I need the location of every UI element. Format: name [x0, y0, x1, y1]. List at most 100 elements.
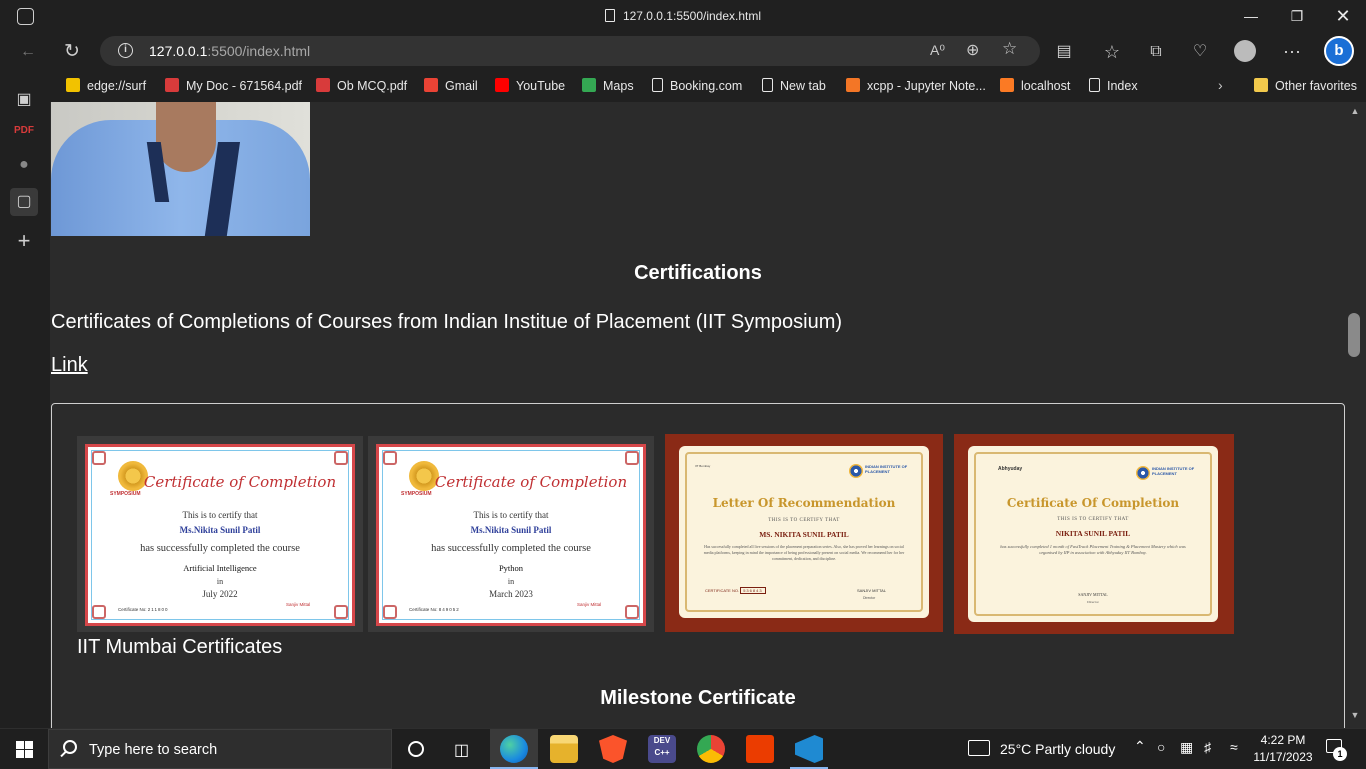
site-info-icon[interactable]: i [118, 43, 133, 58]
minimize-button[interactable]: — [1228, 0, 1274, 32]
settings-menu-button[interactable]: ⋯ [1278, 38, 1306, 66]
favorite-label: edge://surf [87, 79, 147, 93]
signatory-role: Director [1087, 600, 1099, 604]
completion-body: has successfully completed 1 month of Fa… [1000, 544, 1186, 555]
collections-button[interactable]: ⧉ [1142, 38, 1170, 66]
file-explorer-icon[interactable] [550, 735, 578, 763]
brave-icon[interactable] [599, 735, 627, 763]
iip-logo-icon [1136, 466, 1150, 480]
weather-text[interactable]: 25°C Partly cloudy [1000, 741, 1115, 757]
weather-widget-icon[interactable] [968, 740, 990, 756]
corner-ornament [334, 451, 348, 465]
corner-ornament [383, 451, 397, 465]
add-favorite-icon[interactable]: ☆ [1002, 39, 1017, 59]
battery-icon[interactable]: ▦ [1180, 739, 1193, 756]
in-text: in [507, 577, 515, 586]
task-view-icon[interactable]: ◫ [454, 740, 469, 760]
completion-date: July 2022 [202, 589, 238, 599]
profile-avatar[interactable] [1234, 40, 1256, 62]
certify-text: THIS IS TO CERTIFY THAT [768, 518, 840, 523]
volume-icon[interactable]: ♯ [1204, 739, 1211, 755]
favorites-overflow-chevron-icon[interactable]: › [1218, 77, 1223, 93]
favorite-label: Index [1107, 79, 1138, 93]
certificates-container: SYMPOSIUM Certificate of Completion This… [51, 403, 1345, 728]
start-button[interactable] [0, 729, 48, 769]
vscode-icon[interactable] [795, 735, 823, 763]
pdf-tab-icon[interactable]: PDF [12, 119, 36, 143]
certificates-link[interactable]: Link [51, 354, 88, 377]
refresh-button[interactable]: ↻ [58, 38, 86, 66]
search-placeholder: Type here to search [89, 742, 218, 758]
clock[interactable]: 4:22 PM 11/17/2023 [1250, 732, 1316, 766]
github-tab-icon[interactable]: ● [12, 153, 36, 177]
favorite-item[interactable]: YouTube [495, 78, 565, 94]
favorite-item[interactable]: localhost [1000, 78, 1070, 94]
collections-icon: ⧉ [1150, 43, 1162, 60]
favorites-star-icon: ☆ [1103, 42, 1121, 62]
favorite-item[interactable]: My Doc - 671564.pdf [165, 78, 302, 94]
certificate-title: Certificate of Completion [434, 473, 628, 491]
favorite-item[interactable]: Maps [582, 78, 634, 94]
cert-no-value: 849052 [438, 607, 460, 612]
index-tab-icon[interactable]: ▢ [10, 188, 38, 216]
seal-label: SYMPOSIUM [110, 491, 141, 497]
close-button[interactable]: ✕ [1320, 0, 1366, 32]
heart-pulse-icon: ♡ [1192, 43, 1208, 60]
favorite-item[interactable]: xcpp - Jupyter Note... [846, 78, 986, 94]
chrome-icon[interactable] [697, 735, 725, 763]
completed-text: has successfully completed the course [431, 543, 591, 554]
iit-certificates-caption: IIT Mumbai Certificates [77, 636, 283, 658]
favorite-item[interactable]: Ob MCQ.pdf [316, 78, 407, 94]
favorite-item[interactable]: New tab [762, 78, 826, 94]
other-favorites[interactable]: Other favorites [1254, 78, 1357, 94]
office-icon[interactable] [746, 735, 774, 763]
back-button[interactable]: ← [14, 38, 42, 66]
extensions-button[interactable]: ▤ [1050, 38, 1078, 66]
tray-chevron-icon[interactable]: ⌃ [1134, 738, 1146, 755]
certificate-thumbnail-abhyuday[interactable]: Abhyuday INDIAN INSTITUTE OF PLACEMENT C… [954, 434, 1234, 634]
browser-essentials-button[interactable]: ♡ [1186, 38, 1214, 66]
favorite-item[interactable]: Gmail [424, 78, 478, 94]
address-bar[interactable]: i 127.0.0.1:5500/index.html A⁰ ⊕ ☆ [100, 36, 1040, 66]
read-aloud-icon[interactable]: A⁰ [930, 42, 945, 59]
certificate-thumbnail-recommendation[interactable]: IIT Bombay INDIAN INSTITUTE OF PLACEMENT… [665, 434, 943, 632]
new-tab-plus-icon[interactable]: + [12, 229, 36, 253]
certificate-number: CERTIFICATE NO. 536843 [705, 587, 766, 594]
url-text[interactable]: 127.0.0.1:5500/index.html [149, 43, 310, 59]
maps-icon [582, 78, 596, 92]
certificate-title: Certificate Of Completion [1006, 496, 1180, 510]
bing-copilot-button[interactable]: b [1324, 36, 1354, 66]
favorite-item[interactable]: Index [1089, 78, 1138, 94]
taskbar-search[interactable]: Type here to search [48, 729, 392, 769]
favorites-bar: edge://surf My Doc - 671564.pdf Ob MCQ.pdf… [0, 70, 1366, 102]
page-scrollbar[interactable] [1346, 102, 1366, 728]
edge-icon[interactable] [500, 735, 528, 763]
certificate-thumbnail-ai[interactable]: SYMPOSIUM Certificate of Completion This… [77, 436, 363, 632]
back-arrow-icon: ← [20, 43, 36, 60]
favorite-item[interactable]: edge://surf [66, 78, 146, 94]
scroll-up-icon[interactable]: ▲ [1350, 106, 1360, 116]
favorite-label: Gmail [445, 79, 478, 93]
dev-cpp-icon[interactable]: DEV C++ [648, 735, 676, 763]
profile-photo [51, 102, 310, 236]
favorites-button[interactable]: ☆ [1098, 38, 1126, 66]
certificate-title: Certificate of Completion [143, 473, 337, 491]
minimize-icon: — [1244, 8, 1258, 24]
restore-button[interactable]: ❐ [1274, 0, 1320, 32]
cortana-icon[interactable] [408, 741, 424, 757]
certificate-thumbnail-python[interactable]: SYMPOSIUM Certificate of Completion This… [368, 436, 654, 632]
close-icon: ✕ [1335, 6, 1351, 26]
scroll-down-icon[interactable]: ▼ [1350, 710, 1360, 720]
cert-no-value: 536843 [740, 587, 766, 594]
scrollbar-thumb[interactable] [1348, 313, 1360, 357]
wifi-icon[interactable]: ≈ [1230, 739, 1238, 755]
tab-actions-icon[interactable]: ▣ [12, 88, 36, 112]
meet-now-icon[interactable]: ○ [1157, 739, 1165, 755]
cert-no-label: CERTIFICATE NO. [705, 588, 740, 593]
zoom-icon[interactable]: ⊕ [966, 40, 979, 60]
favorite-item[interactable]: Booking.com [652, 78, 742, 94]
favorite-label: Ob MCQ.pdf [337, 79, 408, 93]
clock-date: 11/17/2023 [1253, 750, 1313, 764]
navigation-bar: ← ↻ i 127.0.0.1:5500/index.html A⁰ ⊕ ☆ ▤… [0, 34, 1366, 70]
puzzle-icon: ▤ [1056, 43, 1072, 60]
